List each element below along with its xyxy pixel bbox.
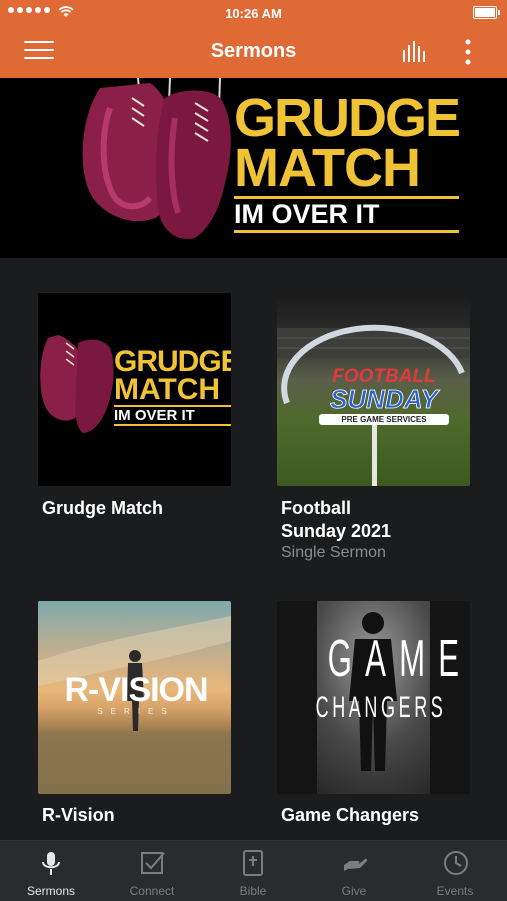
status-time: 10:26 AM [225,6,282,21]
boxing-gloves-image [40,335,114,433]
thumbnail-logo: R-VISION SERIES [46,673,226,716]
thumbnail-logo-line1: GRUDGE [114,345,231,378]
tab-sermons[interactable]: Sermons [1,841,101,901]
thumbnail-logo: GAME CHANGERS [277,630,470,727]
sermon-title: Football Sunday 2021 [281,497,471,543]
thumbnail-logo-line1: GAME [327,630,470,688]
tab-connect[interactable]: Connect [102,841,202,901]
tab-bible[interactable]: Bible [203,841,303,901]
app-bar: Sermons [0,26,507,78]
sermon-thumbnail: GAME CHANGERS [277,601,470,794]
thumbnail-logo-line1: R-VISION [64,671,208,709]
featured-series-banner[interactable]: GRUDGE MATCH IM OVER IT [0,78,507,258]
audio-bars-icon[interactable] [400,40,430,64]
sermon-title: Game Changers [281,805,420,825]
thumbnail-logo-subtitle: SERIES [97,707,175,716]
hero-series-logo: GRUDGE MATCH IM OVER IT [234,88,461,234]
hero-logo-subtitle: IM OVER IT [234,196,460,234]
status-bar: 10:26 AM [0,0,507,26]
checkbox-icon [141,852,165,874]
tab-give[interactable]: Give [304,841,404,901]
sermon-title-line2: Sunday 2021 [281,521,392,541]
battery-icon [473,6,500,19]
bible-icon [243,850,263,876]
sermon-thumbnail: GRUDGE MATCH IM OVER IT [38,293,231,486]
microphone-icon [42,852,60,875]
sermon-title-line1: Football [281,498,351,518]
clock-icon [444,851,468,875]
hero-logo-line1: GRUDGE [234,88,461,148]
thumbnail-logo-subtitle: PRE GAME SERVICES [319,414,449,425]
thumbnail-logo-line2: SUNDAY [330,384,439,414]
give-hand-icon [344,858,368,871]
sermon-thumbnail: R-VISION SERIES [38,601,231,794]
thumbnail-logo-line2: MATCH [114,372,221,406]
thumbnail-logo-subtitle: IM OVER IT [114,405,231,427]
sermon-subtitle: Single Sermon [281,544,386,561]
sermon-card-grudge-match[interactable]: GRUDGE MATCH IM OVER IT Grudge Match [38,293,232,533]
tab-events[interactable]: Events [405,841,505,901]
hero-logo-line2: MATCH [234,137,421,198]
sermon-thumbnail: FOOTBALL SUNDAY PRE GAME SERVICES [277,293,470,486]
tab-label: Bible [239,884,267,898]
tab-label: Connect [129,884,175,898]
sermon-card-game-changers[interactable]: GAME CHANGERS Game Changers [277,601,471,831]
tab-label: Sermons [26,884,76,898]
sermon-card-football-sunday[interactable]: FOOTBALL SUNDAY PRE GAME SERVICES Footba… [277,293,471,573]
sermon-card-r-vision[interactable]: R-VISION SERIES R-Vision [38,601,232,831]
more-vertical-icon[interactable] [458,38,478,66]
thumbnail-logo: FOOTBALL SUNDAY PRE GAME SERVICES [309,367,459,425]
sermon-title: Grudge Match [42,498,164,518]
sermon-title: R-Vision [42,805,115,825]
tab-label: Give [341,884,367,898]
page-title: Sermons [210,40,297,62]
thumbnail-logo: GRUDGE MATCH IM OVER IT [114,345,231,427]
thumbnail-logo-line2: CHANGERS [315,691,447,725]
bottom-tab-bar: Sermons Connect Bible Give Events [0,840,507,901]
tab-label: Events [436,884,474,898]
